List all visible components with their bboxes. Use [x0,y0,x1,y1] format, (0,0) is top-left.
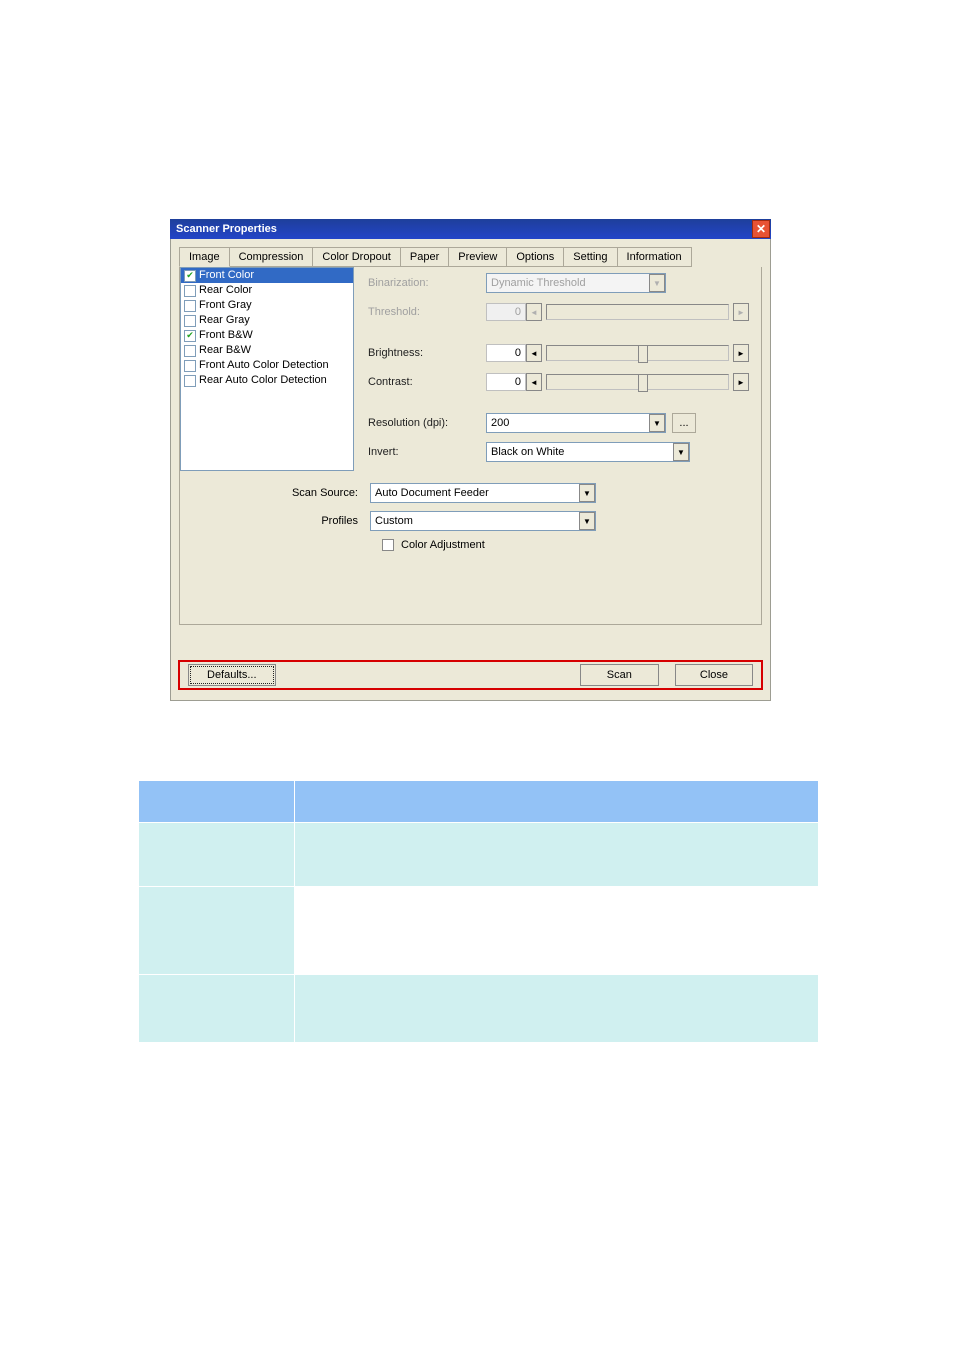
threshold-field: Threshold: 0 ◄ ► [368,302,749,322]
binarization-dropdown: Dynamic Threshold ▼ [486,273,666,293]
contrast-left-icon[interactable]: ◄ [526,373,542,391]
invert-dropdown[interactable]: Black on White ▼ [486,442,690,462]
brightness-slider[interactable] [546,345,729,361]
tab-compression[interactable]: Compression [230,247,314,267]
list-item[interactable]: Front Color [181,268,353,283]
chevron-down-icon[interactable]: ▼ [673,443,689,461]
tab-information[interactable]: Information [618,247,692,267]
profiles-field: Profiles Custom ▼ [180,511,761,531]
list-item[interactable]: Rear Gray [181,313,353,328]
resolution-label: Resolution (dpi): [368,417,486,429]
resolution-more-button[interactable]: ... [672,413,696,433]
table-row [139,781,819,823]
checkbox-icon[interactable] [184,375,196,387]
checkbox-icon[interactable] [184,315,196,327]
contrast-value: 0 [486,373,526,391]
checkbox-icon[interactable] [184,270,196,282]
table-row [139,823,819,887]
tab-setting[interactable]: Setting [564,247,617,267]
tabs: Image Compression Color Dropout Paper Pr… [179,247,762,267]
table-row [139,975,819,1043]
list-item[interactable]: Rear B&W [181,343,353,358]
chevron-down-icon[interactable]: ▼ [579,512,595,530]
chevron-down-icon[interactable]: ▼ [649,414,665,432]
info-table [138,780,819,1043]
threshold-right-icon: ► [733,303,749,321]
chevron-down-icon: ▼ [649,274,665,292]
tab-paper[interactable]: Paper [401,247,449,267]
window-title: Scanner Properties [176,223,277,235]
scan-source-label: Scan Source: [180,487,370,499]
threshold-slider [546,304,729,320]
invert-label: Invert: [368,446,486,458]
close-icon[interactable]: ✕ [752,220,770,238]
resolution-field: Resolution (dpi): 200 ▼ ... [368,413,749,433]
close-button[interactable]: Close [675,664,753,686]
threshold-label: Threshold: [368,306,486,318]
binarization-label: Binarization: [368,277,486,289]
color-adjustment-checkbox: Color Adjustment [382,539,761,551]
defaults-button[interactable]: Defaults... [188,664,276,686]
checkbox-icon[interactable] [184,360,196,372]
image-selection-list[interactable]: Front Color Rear Color Front Gray Rear G… [180,267,354,471]
button-row: Defaults... Scan Close [178,660,763,690]
threshold-value: 0 [486,303,526,321]
list-item[interactable]: Front Gray [181,298,353,313]
table-row [139,887,819,975]
threshold-left-icon: ◄ [526,303,542,321]
brightness-field: Brightness: 0 ◄ ► [368,343,749,363]
list-item[interactable]: Rear Auto Color Detection [181,373,353,388]
contrast-right-icon[interactable]: ► [733,373,749,391]
checkbox-icon[interactable] [382,539,394,551]
scan-source-dropdown[interactable]: Auto Document Feeder ▼ [370,483,596,503]
tab-preview[interactable]: Preview [449,247,507,267]
tab-image[interactable]: Image [179,247,230,267]
list-item[interactable]: Front Auto Color Detection [181,358,353,373]
tab-options[interactable]: Options [507,247,564,267]
profiles-dropdown[interactable]: Custom ▼ [370,511,596,531]
chevron-down-icon[interactable]: ▼ [579,484,595,502]
profiles-label: Profiles [180,515,370,527]
binarization-field: Binarization: Dynamic Threshold ▼ [368,273,749,293]
contrast-label: Contrast: [368,376,486,388]
titlebar: Scanner Properties ✕ [170,219,771,239]
slider-knob[interactable] [638,374,648,392]
checkbox-icon[interactable] [184,330,196,342]
checkbox-icon[interactable] [184,300,196,312]
brightness-right-icon[interactable]: ► [733,344,749,362]
scan-button[interactable]: Scan [580,664,659,686]
brightness-value: 0 [486,344,526,362]
list-item[interactable]: Rear Color [181,283,353,298]
list-item[interactable]: Front B&W [181,328,353,343]
slider-knob[interactable] [638,345,648,363]
contrast-slider[interactable] [546,374,729,390]
brightness-label: Brightness: [368,347,486,359]
contrast-field: Contrast: 0 ◄ ► [368,372,749,392]
checkbox-icon[interactable] [184,285,196,297]
resolution-dropdown[interactable]: 200 ▼ [486,413,666,433]
invert-field: Invert: Black on White ▼ [368,442,749,462]
brightness-left-icon[interactable]: ◄ [526,344,542,362]
checkbox-icon[interactable] [184,345,196,357]
tab-color-dropout[interactable]: Color Dropout [313,247,400,267]
scan-source-field: Scan Source: Auto Document Feeder ▼ [180,483,761,503]
